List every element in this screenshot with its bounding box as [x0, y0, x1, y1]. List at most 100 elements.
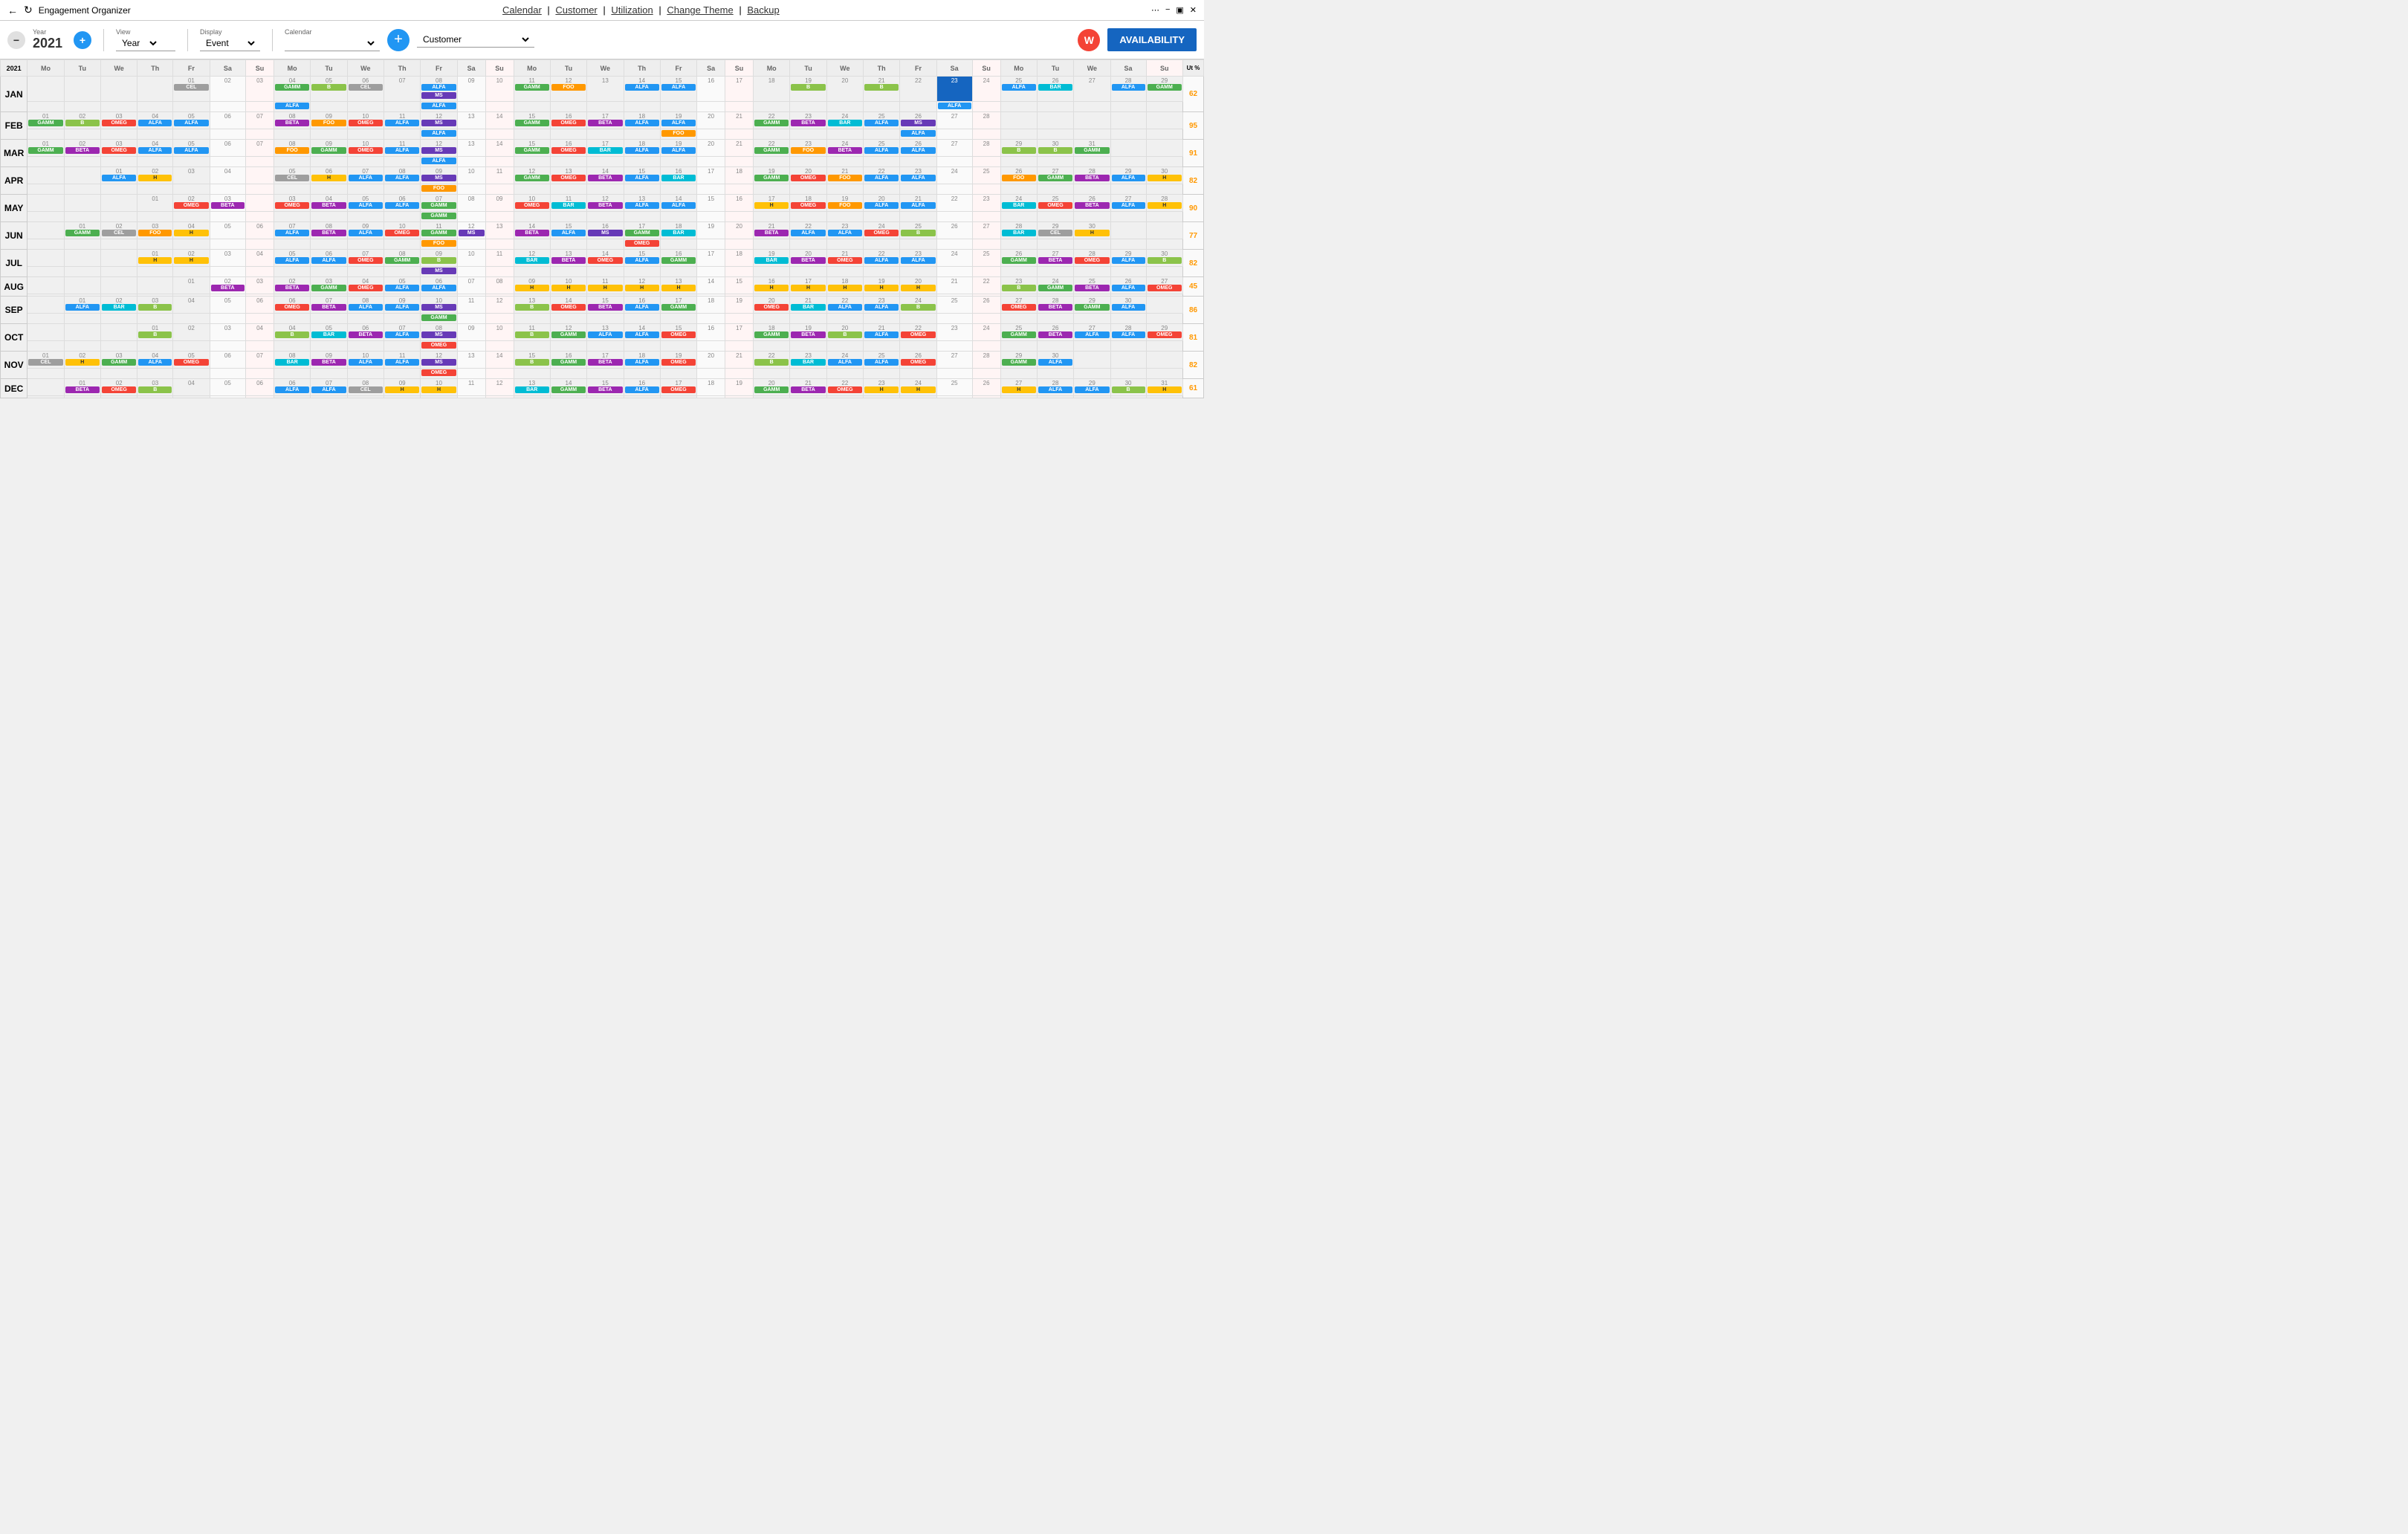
calendar-cell[interactable]: 05B: [311, 77, 347, 102]
calendar-cell-sub[interactable]: [137, 157, 173, 167]
calendar-cell[interactable]: 14BETA: [514, 222, 550, 239]
calendar-cell[interactable]: 21B: [864, 77, 900, 102]
calendar-cell[interactable]: 02CEL: [100, 222, 137, 239]
calendar-cell[interactable]: 14ALFA: [660, 195, 696, 212]
calendar-cell[interactable]: 11ALFA: [383, 140, 420, 157]
calendar-cell[interactable]: 17: [697, 250, 725, 267]
event-chip[interactable]: ALFA: [1112, 257, 1145, 264]
calendar-cell[interactable]: 10H: [550, 277, 586, 294]
event-chip[interactable]: ALFA: [791, 230, 825, 236]
event-chip[interactable]: ALFA: [901, 257, 935, 264]
calendar-cell-sub[interactable]: [1000, 239, 1037, 250]
calendar-cell[interactable]: 29OMEG: [1146, 324, 1183, 341]
calendar-cell-sub[interactable]: [790, 369, 826, 379]
event-chip[interactable]: H: [421, 386, 456, 393]
calendar-cell-sub[interactable]: [550, 396, 586, 398]
event-chip[interactable]: GAMM: [661, 304, 696, 311]
event-chip[interactable]: H: [1002, 386, 1036, 393]
event-chip[interactable]: H: [65, 359, 100, 366]
calendar-cell[interactable]: 24BAR: [1000, 195, 1037, 212]
event-chip[interactable]: ALFA: [138, 147, 172, 154]
calendar-cell-sub[interactable]: [1037, 239, 1073, 250]
calendar-cell-sub[interactable]: [1000, 129, 1037, 140]
event-chip[interactable]: CEL: [349, 84, 383, 91]
calendar-cell[interactable]: 08: [457, 195, 485, 212]
event-chip[interactable]: GAMM: [551, 386, 586, 393]
calendar-cell-sub[interactable]: GAMM: [421, 314, 457, 324]
calendar-cell[interactable]: 07: [383, 77, 420, 102]
calendar-cell[interactable]: 19: [725, 297, 754, 314]
calendar-cell[interactable]: 03: [210, 250, 245, 267]
calendar-cell[interactable]: 24OMEG: [864, 222, 900, 239]
calendar-cell-sub[interactable]: [274, 239, 311, 250]
calendar-cell-sub[interactable]: [137, 267, 173, 277]
event-chip[interactable]: OMEG: [174, 202, 208, 209]
calendar-cell[interactable]: 08ALFAMS: [421, 77, 457, 102]
calendar-cell[interactable]: 29ALFA: [1110, 250, 1146, 267]
calendar-cell-sub[interactable]: [457, 129, 485, 140]
nav-change-theme[interactable]: Change Theme: [667, 4, 733, 16]
calendar-cell[interactable]: 17OMEG: [660, 379, 696, 396]
calendar-cell-sub[interactable]: [864, 129, 900, 140]
event-chip[interactable]: GAMM: [754, 147, 789, 154]
calendar-cell-sub[interactable]: [137, 102, 173, 112]
calendar-cell-sub[interactable]: [311, 239, 347, 250]
calendar-cell[interactable]: 28BAR: [1000, 222, 1037, 239]
calendar-cell[interactable]: 10ALFA: [347, 352, 383, 369]
event-chip[interactable]: H: [515, 285, 549, 291]
event-chip[interactable]: ALFA: [864, 147, 899, 154]
event-chip[interactable]: ALFA: [385, 304, 419, 311]
calendar-cell[interactable]: 01: [173, 277, 210, 294]
calendar-cell-sub[interactable]: [173, 369, 210, 379]
calendar-cell-sub[interactable]: [311, 267, 347, 277]
calendar-cell[interactable]: 13: [457, 140, 485, 157]
calendar-cell[interactable]: 17H: [790, 277, 826, 294]
calendar-cell-sub[interactable]: [485, 102, 514, 112]
calendar-cell-sub[interactable]: [587, 129, 624, 140]
calendar-cell[interactable]: 03BETA: [210, 195, 245, 212]
calendar-cell-sub[interactable]: [1000, 369, 1037, 379]
event-chip[interactable]: GAMM: [65, 230, 100, 236]
calendar-cell[interactable]: 06ALFA: [383, 195, 420, 212]
calendar-cell[interactable]: 05ALFA: [173, 140, 210, 157]
calendar-cell[interactable]: 15GAMM: [514, 140, 550, 157]
calendar-cell-sub[interactable]: [311, 157, 347, 167]
user-avatar[interactable]: W: [1078, 29, 1100, 51]
calendar-cell[interactable]: 27GAMM: [1037, 167, 1073, 184]
calendar-cell-sub[interactable]: [725, 267, 754, 277]
calendar-cell[interactable]: 11BAR: [550, 195, 586, 212]
calendar-cell-sub[interactable]: [697, 184, 725, 195]
calendar-cell-sub[interactable]: [826, 129, 863, 140]
calendar-cell[interactable]: 04ALFA: [137, 112, 173, 129]
calendar-cell-sub[interactable]: [1037, 102, 1073, 112]
event-chip[interactable]: B: [754, 359, 789, 366]
calendar-cell[interactable]: 14ALFA: [624, 77, 660, 102]
calendar-cell[interactable]: 13: [587, 77, 624, 102]
calendar-cell[interactable]: 20: [697, 112, 725, 129]
event-chip[interactable]: BETA: [1075, 202, 1109, 209]
calendar-cell-sub[interactable]: [1037, 314, 1073, 324]
event-chip[interactable]: BETA: [1075, 175, 1109, 181]
calendar-cell[interactable]: 25ALFA: [864, 112, 900, 129]
event-chip[interactable]: OMEG: [791, 202, 825, 209]
event-chip[interactable]: MS: [588, 230, 622, 236]
event-chip[interactable]: BETA: [211, 285, 245, 291]
calendar-cell[interactable]: 20: [725, 222, 754, 239]
calendar-cell-sub[interactable]: [900, 184, 936, 195]
calendar-cell-sub[interactable]: [27, 157, 64, 167]
event-chip[interactable]: FOO: [275, 147, 309, 154]
event-chip[interactable]: H: [385, 386, 419, 393]
event-chip[interactable]: CEL: [275, 175, 309, 181]
calendar-cell[interactable]: 04: [210, 167, 245, 184]
calendar-cell[interactable]: 03OMEG: [274, 195, 311, 212]
calendar-cell-sub[interactable]: [137, 184, 173, 195]
event-chip[interactable]: BETA: [1038, 257, 1072, 264]
calendar-cell[interactable]: 14: [485, 112, 514, 129]
calendar-cell-sub[interactable]: [754, 396, 790, 398]
calendar-cell-sub[interactable]: [457, 267, 485, 277]
event-chip[interactable]: ALFA: [625, 202, 659, 209]
event-chip[interactable]: BAR: [515, 386, 549, 393]
year-plus-button[interactable]: +: [74, 31, 91, 49]
calendar-cell[interactable]: 25ALFA: [864, 352, 900, 369]
calendar-cell-sub[interactable]: [587, 184, 624, 195]
